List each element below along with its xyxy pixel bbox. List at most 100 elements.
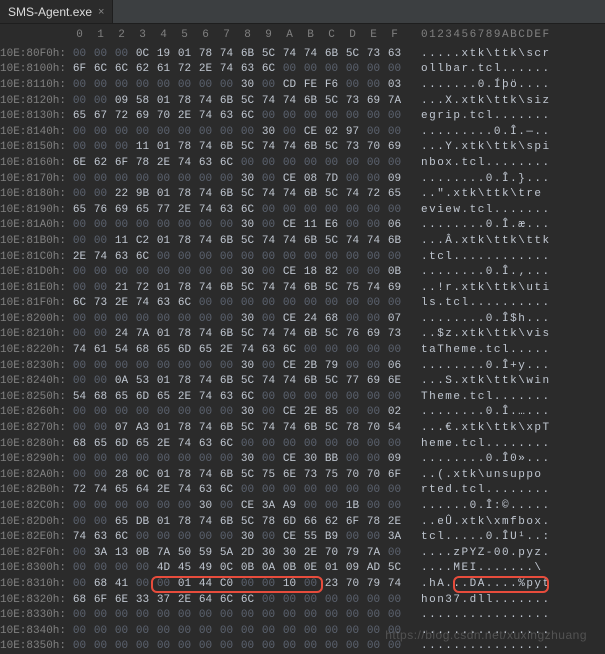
hex-byte[interactable]: 97 bbox=[342, 126, 363, 138]
hex-byte[interactable]: 00 bbox=[90, 453, 111, 465]
hex-byte[interactable]: 76 bbox=[90, 204, 111, 216]
hex-byte[interactable]: 00 bbox=[132, 562, 153, 574]
hex-byte[interactable]: 00 bbox=[195, 609, 216, 621]
hex-byte[interactable]: 00 bbox=[321, 391, 342, 403]
hex-byte[interactable]: 74 bbox=[69, 531, 90, 543]
hex-byte[interactable]: 5C bbox=[321, 375, 342, 387]
hex-byte[interactable]: 78 bbox=[258, 516, 279, 528]
hex-byte[interactable]: 00 bbox=[363, 251, 384, 263]
hex-byte[interactable]: 76 bbox=[342, 328, 363, 340]
hex-byte[interactable]: 01 bbox=[174, 578, 195, 590]
hex-byte[interactable]: 00 bbox=[237, 484, 258, 496]
hex-byte[interactable]: 00 bbox=[384, 500, 405, 512]
hex-byte[interactable]: 00 bbox=[90, 516, 111, 528]
hex-byte[interactable]: 79 bbox=[363, 578, 384, 590]
hex-byte[interactable]: 78 bbox=[174, 328, 195, 340]
hex-byte[interactable]: 2E bbox=[153, 157, 174, 169]
hex-byte[interactable]: 74 bbox=[279, 375, 300, 387]
hex-byte[interactable]: 54 bbox=[69, 391, 90, 403]
hex-byte[interactable]: 00 bbox=[69, 360, 90, 372]
hex-byte[interactable]: 5C bbox=[237, 141, 258, 153]
hex-byte[interactable]: 00 bbox=[174, 609, 195, 621]
hex-byte[interactable]: 00 bbox=[90, 235, 111, 247]
hex-byte[interactable]: 74 bbox=[195, 95, 216, 107]
hex-byte[interactable]: 00 bbox=[342, 360, 363, 372]
hex-byte[interactable]: 11 bbox=[111, 235, 132, 247]
hex-byte[interactable]: 00 bbox=[363, 500, 384, 512]
hex-byte[interactable]: 00 bbox=[216, 453, 237, 465]
hex-byte[interactable]: 6B bbox=[300, 328, 321, 340]
hex-byte[interactable]: 00 bbox=[132, 640, 153, 652]
hex-byte[interactable]: 5C bbox=[258, 48, 279, 60]
hex-byte[interactable]: 00 bbox=[300, 594, 321, 606]
hex-byte[interactable]: 00 bbox=[321, 438, 342, 450]
hex-byte[interactable]: 03 bbox=[384, 79, 405, 91]
hex-byte[interactable]: 00 bbox=[111, 141, 132, 153]
hex-byte[interactable]: 00 bbox=[195, 219, 216, 231]
hex-byte[interactable]: 78 bbox=[174, 188, 195, 200]
hex-byte[interactable]: 00 bbox=[258, 110, 279, 122]
hex-byte[interactable]: 63 bbox=[195, 157, 216, 169]
hex-byte[interactable]: 00 bbox=[69, 609, 90, 621]
hex-byte[interactable]: 00 bbox=[153, 173, 174, 185]
hex-byte[interactable]: 00 bbox=[237, 297, 258, 309]
hex-byte[interactable]: 00 bbox=[216, 360, 237, 372]
hex-byte[interactable]: 02 bbox=[321, 126, 342, 138]
hex-row[interactable]: 10E:8210h:0000247A0178746B5C74746B5C7669… bbox=[0, 327, 605, 343]
hex-byte[interactable]: 5C bbox=[342, 48, 363, 60]
hex-byte[interactable]: 00 bbox=[279, 251, 300, 263]
hex-byte[interactable]: 00 bbox=[69, 126, 90, 138]
hex-byte[interactable]: 00 bbox=[90, 79, 111, 91]
hex-byte[interactable]: 0C bbox=[132, 469, 153, 481]
hex-byte[interactable]: 65 bbox=[90, 438, 111, 450]
hex-byte[interactable]: 24 bbox=[300, 313, 321, 325]
hex-byte[interactable]: 78 bbox=[174, 516, 195, 528]
hex-row[interactable]: 10E:8150h:000000110178746B5C74746B5C7370… bbox=[0, 140, 605, 156]
hex-byte[interactable]: 00 bbox=[153, 406, 174, 418]
hex-byte[interactable]: 01 bbox=[153, 422, 174, 434]
hex-byte[interactable]: 6C bbox=[237, 204, 258, 216]
hex-byte[interactable]: 09 bbox=[384, 173, 405, 185]
hex-byte[interactable]: 00 bbox=[384, 609, 405, 621]
hex-row[interactable]: 10E:8250h:5468656D652E74636C000000000000… bbox=[0, 389, 605, 405]
hex-byte[interactable]: 00 bbox=[363, 531, 384, 543]
hex-byte[interactable]: 28 bbox=[111, 469, 132, 481]
hex-row[interactable]: 10E:8230h:00000000000000003000CE2B790000… bbox=[0, 358, 605, 374]
hex-byte[interactable]: 01 bbox=[153, 188, 174, 200]
hex-byte[interactable]: 00 bbox=[69, 141, 90, 153]
hex-byte[interactable]: 2E bbox=[174, 110, 195, 122]
hex-byte[interactable]: 00 bbox=[111, 266, 132, 278]
hex-byte[interactable]: 74 bbox=[195, 469, 216, 481]
hex-byte[interactable]: 63 bbox=[216, 204, 237, 216]
hex-byte[interactable]: 00 bbox=[153, 360, 174, 372]
hex-byte[interactable]: 6C bbox=[174, 297, 195, 309]
hex-byte[interactable]: 6C bbox=[90, 63, 111, 75]
hex-byte[interactable]: 74 bbox=[195, 204, 216, 216]
hex-byte[interactable]: 00 bbox=[174, 406, 195, 418]
hex-byte[interactable]: 6B bbox=[216, 235, 237, 247]
hex-byte[interactable]: 00 bbox=[216, 406, 237, 418]
hex-byte[interactable]: 21 bbox=[111, 282, 132, 294]
hex-byte[interactable]: 74 bbox=[195, 516, 216, 528]
hex-byte[interactable]: 5C bbox=[321, 95, 342, 107]
hex-byte[interactable]: 73 bbox=[90, 297, 111, 309]
hex-byte[interactable]: 2E bbox=[300, 406, 321, 418]
hex-row[interactable]: 10E:8110h:00000000000000003000CDFEF60000… bbox=[0, 77, 605, 93]
hex-row[interactable]: 10E:81C0h:2E74636C0000000000000000000000… bbox=[0, 249, 605, 265]
hex-byte[interactable]: 00 bbox=[90, 188, 111, 200]
hex-byte[interactable]: 00 bbox=[363, 79, 384, 91]
hex-byte[interactable]: 68 bbox=[132, 344, 153, 356]
hex-row[interactable]: 10E:81A0h:00000000000000003000CE11E60000… bbox=[0, 218, 605, 234]
hex-byte[interactable]: 74 bbox=[363, 282, 384, 294]
hex-byte[interactable]: 00 bbox=[153, 531, 174, 543]
hex-byte[interactable]: 00 bbox=[300, 251, 321, 263]
hex-byte[interactable]: 00 bbox=[342, 157, 363, 169]
hex-byte[interactable]: 00 bbox=[111, 609, 132, 621]
hex-byte[interactable]: 00 bbox=[69, 422, 90, 434]
hex-byte[interactable]: 74 bbox=[174, 438, 195, 450]
hex-byte[interactable]: 74 bbox=[195, 391, 216, 403]
hex-byte[interactable]: 6B bbox=[300, 422, 321, 434]
hex-byte[interactable]: 3A bbox=[90, 547, 111, 559]
hex-byte[interactable]: 23 bbox=[321, 578, 342, 590]
hex-byte[interactable]: CE bbox=[279, 531, 300, 543]
